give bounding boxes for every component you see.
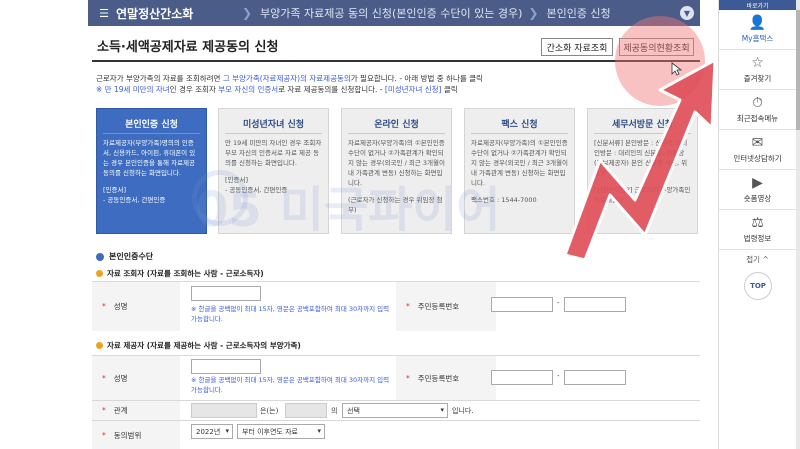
section-bullet-icon — [96, 252, 104, 261]
card-title: 팩스 신청 — [501, 119, 538, 130]
viewer-rrn-front-input[interactable] — [491, 297, 553, 312]
card-footer: [인증서] - 공동인증서, 간편인증 — [103, 186, 166, 205]
provider-rrn-back-input[interactable] — [564, 370, 626, 385]
simplified-data-query-button[interactable]: 간소화 자료조회 — [541, 38, 613, 56]
breadcrumb-separator-icon: ❯ — [242, 6, 253, 20]
subsection-provider: 자료 제공자 (자료를 제공하는 사람 - 근로소득자의 부양가족) — [96, 340, 301, 351]
chevron-down-icon: ▾ — [440, 406, 444, 414]
mouse-cursor-icon — [671, 62, 683, 76]
card-body: 자료제공자(부양가족)명의의 인증서, 신용카드, 아이핀, 휴대폰이 있는 경… — [103, 139, 196, 178]
provider-name-input[interactable] — [191, 359, 261, 374]
person-icon: 👤 — [748, 14, 767, 31]
breadcrumb-main[interactable]: 연말정산간소화 — [116, 0, 236, 26]
page-title: 소득·세액공제자료 제공동의 신청 — [97, 40, 279, 55]
card-tax-office-visit[interactable]: 세무서방문 신청 [신분서류] 본인방문 : 신분증 대리인방문 : 대리인의 … — [587, 108, 698, 234]
rrn-dash: - — [557, 299, 560, 307]
chevron-down-icon: ▾ — [317, 427, 321, 435]
sidebar-collapse-button[interactable]: 접기 ^ — [719, 250, 796, 268]
card-footer: (근로자가 신청하는 경우 위임장 첨부) — [348, 196, 443, 215]
provider-rrn-front-input[interactable] — [491, 370, 553, 385]
subsection-bullet-icon — [96, 270, 103, 277]
relation-text-3: 입니다. — [452, 407, 474, 415]
card-footer: 팩스번호 : 1544-7000 — [471, 196, 537, 205]
chat-icon: ✉ — [751, 134, 764, 151]
card-body: 자료제공자(부양가족)의 ①본인인증수단이 없거나 ②가족관계가 확인되지 않는… — [471, 139, 568, 188]
sidebar-item-law-info[interactable]: ⚖ 법령정보 — [719, 210, 796, 250]
sidebar-item-recent-menu[interactable]: ⏱ 최근접속메뉴 — [719, 90, 796, 130]
card-minor-child[interactable]: 미성년자녀 신청 만 19세 미만의 자녀인 경우 조회자 부모 자신의 인증서… — [218, 108, 329, 234]
rrn-label: * 주민등록번호 — [396, 282, 496, 331]
sidebar-item-my-hometax[interactable]: 👤 My홈택스 — [719, 10, 796, 50]
breadcrumb-level-2[interactable]: 본인인증 신청 — [546, 0, 610, 26]
relation-viewer-field — [191, 403, 257, 418]
card-title: 세무서방문 신청 — [611, 119, 674, 130]
sidebar-header: 바로가기 — [719, 0, 796, 10]
card-body: 자료제공자(부양가족)의 ①본인인증수단이 없거나 ②가족관계가 확인되지 않는… — [348, 139, 445, 188]
description-line-1: 근로자가 부양가족의 자료를 조회하려면 그 부양가족(자료제공자)의 자료제공… — [96, 74, 483, 83]
page-root: ☰ 연말정산간소화 ❯ 부양가족 자료제공 동의 신청(본인인증 수단이 있는 … — [0, 0, 800, 449]
title-divider — [92, 60, 700, 62]
relation-select[interactable]: 선택 ▾ — [342, 403, 448, 418]
chevron-down-icon[interactable]: ▼ — [680, 6, 694, 20]
rrn-dash: - — [557, 372, 560, 380]
relation-label: * 관계 — [92, 401, 180, 420]
card-identity-verification[interactable]: 본인인증 신청 자료제공자(부양가족)명의의 인증서, 신용카드, 아이핀, 휴… — [96, 108, 207, 234]
provider-name-note: ※ 한글을 공백없이 최대 15자, 영문은 공백포함하여 최대 30자까지 입… — [191, 376, 390, 394]
card-body: [신분서류] 본인방문 : 신분증 대리인방문 : 대리인의 신분증, 위임장(… — [594, 139, 688, 178]
sidebar-item-favorites[interactable]: ☆ 즐겨찾기 — [719, 50, 796, 90]
play-icon: ▶ — [752, 174, 763, 191]
rrn-label: * 주민등록번호 — [396, 356, 496, 400]
description-line-2: ※ 만 19세 미만의 자녀인 경우 조회자 부모 자신의 인증서로 자료 제공… — [96, 85, 458, 94]
menu-icon[interactable]: ☰ — [96, 0, 112, 26]
breadcrumb-level-1[interactable]: 부양가족 자료제공 동의 신청(본인인증 수단이 있는 경우) — [260, 0, 522, 26]
viewer-rrn-back-input[interactable] — [564, 297, 626, 312]
card-body: 만 19세 미만의 자녀인 경우 조회자 부모 자신의 인증서로 자료 제공 동… — [225, 139, 322, 168]
viewer-name-note: ※ 한글을 공백없이 최대 15자, 영문은 공백포함하여 최대 30자까지 입… — [191, 305, 390, 323]
scope-year-select[interactable]: 2022년 ▾ — [191, 424, 233, 439]
star-icon: ☆ — [751, 54, 764, 71]
scope-range-select[interactable]: 부터 이후연도 자료 ▾ — [237, 424, 325, 439]
section-auth-means: 본인인증수단 — [96, 251, 153, 262]
card-online[interactable]: 온라인 신청 자료제공자(부양가족)의 ①본인인증수단이 없거나 ②가족관계가 … — [341, 108, 452, 234]
scrollbar-thumb[interactable] — [796, 10, 800, 130]
consent-status-query-button[interactable]: 제공동의현황조회 — [619, 38, 694, 56]
card-title: 본인인증 신청 — [125, 119, 178, 130]
name-label: * 성명 — [92, 356, 180, 400]
relation-text-1: 은(는) — [260, 407, 279, 415]
history-icon: ⏱ — [752, 94, 763, 111]
breadcrumb-separator-icon: ❯ — [528, 6, 539, 20]
sidebar-item-short-video[interactable]: ▶ 숏폼영상 — [719, 170, 796, 210]
subsection-viewer: 자료 조회자 (자료를 조회하는 사람 - 근로소득자) — [96, 268, 264, 279]
sidebar-item-online-consult[interactable]: ✉ 인터넷상담하기 — [719, 130, 796, 170]
relation-provider-field — [285, 403, 327, 418]
relation-text-2: 의 — [331, 407, 338, 415]
gavel-icon: ⚖ — [751, 214, 764, 231]
name-label: * 성명 — [92, 282, 180, 331]
quick-menu-sidebar: 바로가기 👤 My홈택스 ☆ 즐겨찾기 ⏱ 최근접속메뉴 ✉ 인터넷상담하기 ▶… — [718, 0, 796, 449]
top-navigation-bar: ☰ 연말정산간소화 ❯ 부양가족 자료제공 동의 신청(본인인증 수단이 있는 … — [88, 0, 700, 26]
viewer-name-input[interactable] — [191, 286, 261, 301]
card-fax[interactable]: 팩스 신청 자료제공자(부양가족)의 ①본인인증수단이 없거나 ②가족관계가 확… — [464, 108, 575, 234]
card-title: 미성년자녀 신청 — [242, 119, 305, 130]
scope-row: * 동의범위 — [92, 420, 700, 449]
card-footer: [인증서] - 공동인증서, 간편인증 — [225, 176, 288, 195]
scroll-top-button[interactable]: TOP — [744, 272, 772, 300]
chevron-down-icon: ▾ — [225, 427, 229, 435]
card-title: 온라인 신청 — [374, 119, 419, 130]
card-footer: [신청인이란?] 근로자의 부양가족인 자료제공자 — [594, 186, 691, 205]
subsection-bullet-icon — [96, 342, 103, 349]
scope-label: * 동의범위 — [92, 421, 180, 449]
